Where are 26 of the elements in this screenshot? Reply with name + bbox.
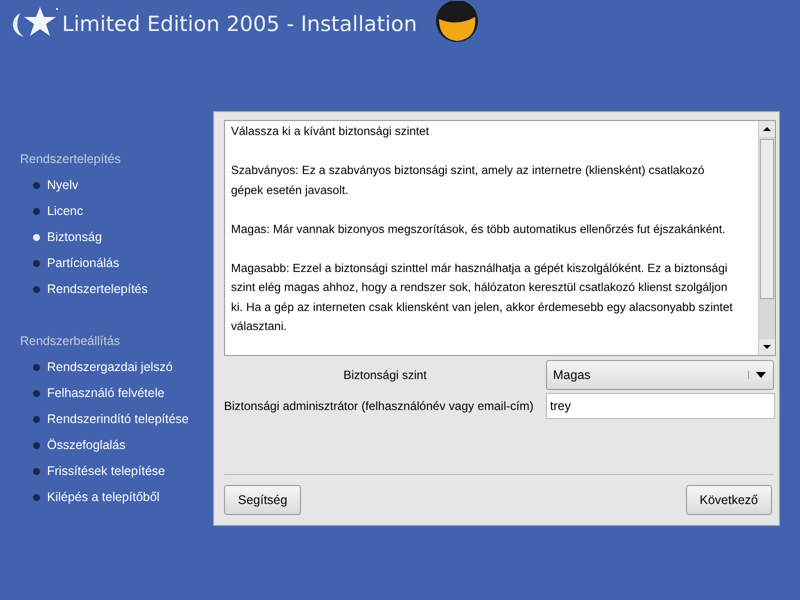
step-item: Rendszergazdai jelszó bbox=[47, 359, 173, 376]
step-item: Összefoglalás bbox=[47, 437, 126, 454]
description-text: Válassza ki a kívánt biztonsági szintet bbox=[231, 123, 430, 140]
description-text: Szabványos: Ez a szabványos biztonsági szint, amely az internetre (kliensként) csatlakozó gépek esetén javasolt. bbox=[231, 162, 706, 198]
step-item: Biztonság bbox=[47, 229, 102, 246]
step-item: Licenc bbox=[47, 203, 84, 220]
scrollbar[interactable] bbox=[758, 121, 775, 355]
caret-icon bbox=[748, 371, 767, 379]
step-item: Kilépés a telepítőből bbox=[47, 489, 160, 506]
step-item: Rendszerindító telepítése bbox=[47, 411, 189, 428]
step-item: Rendszertelepítés bbox=[47, 281, 148, 298]
step-item: Nyelv bbox=[47, 177, 78, 194]
step-item: Partícionálás bbox=[47, 255, 120, 272]
next-button[interactable]: Következő bbox=[686, 485, 772, 515]
help-button[interactable]: Segítség bbox=[224, 485, 302, 515]
field-label: Biztonsági szint bbox=[342, 368, 428, 382]
step-item: Frissítések telepítése bbox=[47, 463, 166, 480]
step-item: Felhasználó felvétele bbox=[47, 385, 164, 402]
description-text: Magas: Már vannak bizonyos megszorítások, és több automatikus ellenőrzés fut éjszakánként. bbox=[231, 220, 726, 238]
section-heading: Rendszerbeállítás bbox=[19, 333, 122, 350]
input-field[interactable]: trey bbox=[546, 393, 775, 419]
security-level-dropdown[interactable]: Magas bbox=[546, 360, 774, 390]
description-text: Magasabb: Ezzel a biztonsági szinttel már használhatja a gépét kiszolgálóként. Ez a biztonsági szint elég magas ahhoz, hogy a rendszer sok, hálózaton keresztül csatlakozó klienst szolgáljon ki. Ha a gép az interneten csak kliensként van jelen, akkor érdemesebb egy alacsonyabb szintet választani. bbox=[231, 260, 734, 335]
app-title: Limited Edition 2005 - Installation bbox=[62, 12, 418, 36]
section-heading: Rendszertelepítés bbox=[19, 151, 122, 168]
field-label: Biztonsági adminisztrátor (felhasználónév vagy email-cím) bbox=[224, 399, 534, 413]
